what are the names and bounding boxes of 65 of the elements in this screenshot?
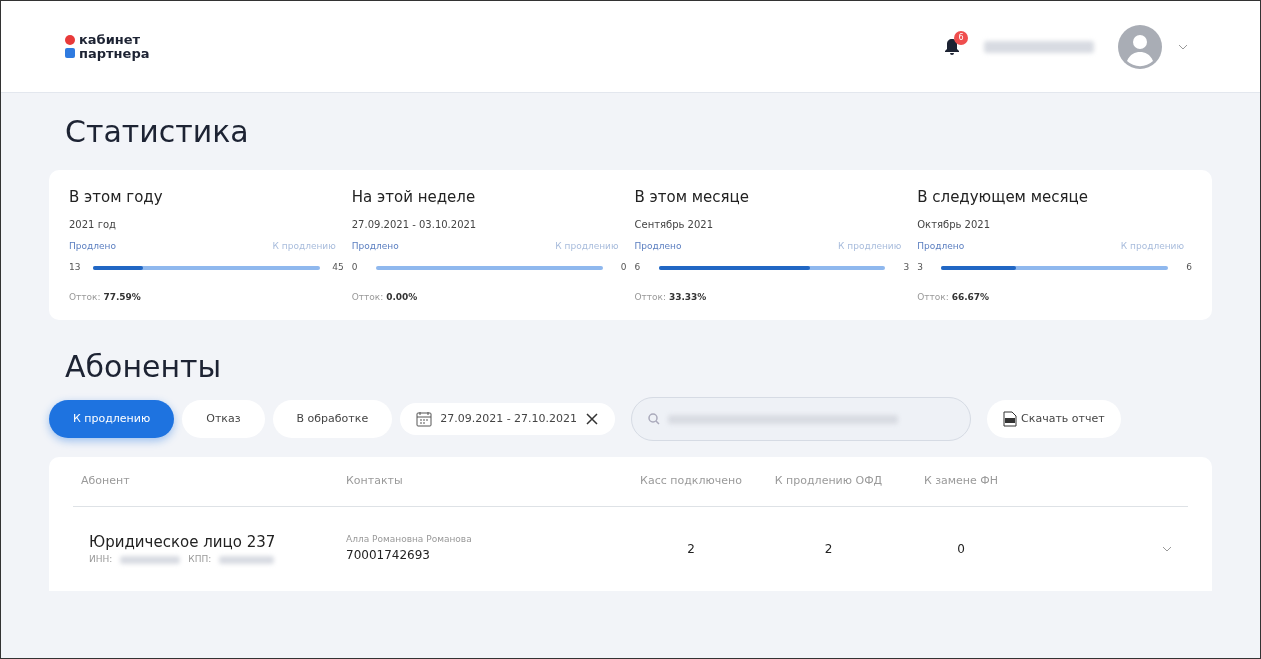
column-header: К продлению ОФД <box>773 473 884 489</box>
renewed-count: 6 <box>634 261 642 274</box>
pending-count: 3 <box>902 261 910 274</box>
churn-text: Отток: 77.59% <box>69 290 142 304</box>
logo-text: партнера <box>79 46 150 61</box>
stat-period: Сентябрь 2021 <box>634 217 715 232</box>
notification-count: 6 <box>954 31 968 46</box>
renewed-count: 13 <box>69 261 82 274</box>
column-header: Абонент <box>81 473 131 489</box>
close-icon[interactable] <box>585 412 600 426</box>
blurred-inn <box>120 555 181 564</box>
pending-count: 0 <box>619 261 627 274</box>
stat-title: На этой неделе <box>351 187 477 208</box>
chevron-down-icon[interactable] <box>1178 43 1188 50</box>
logo-text: кабинет <box>79 32 141 47</box>
stat-period: 2021 год <box>69 217 117 232</box>
date-range-text: 27.09.2021 - 27.10.2021 <box>440 410 578 427</box>
churn-text: Отток: 33.33% <box>634 290 708 304</box>
renewed-label: Продлено <box>634 239 682 253</box>
download-button[interactable]: Скачать отчет <box>987 399 1121 439</box>
column-header: Касс подключено <box>639 473 743 489</box>
kpp-label: КПП: <box>188 553 212 566</box>
pending-label: К продлению <box>272 239 336 253</box>
search-icon <box>648 413 661 425</box>
filter-tab[interactable]: Отказ <box>182 399 265 439</box>
contact-name: Алла Романовна Романова <box>346 532 473 546</box>
pending-count: 45 <box>331 261 344 274</box>
column-header: К замене ФН <box>922 473 1000 489</box>
table-cell-text: 0 <box>956 540 966 558</box>
blurred-kpp <box>219 555 275 564</box>
stat-title: В этом году <box>69 187 164 208</box>
logo-icon <box>65 48 75 59</box>
section-title: Статистика <box>65 113 250 151</box>
calendar-icon <box>416 411 433 427</box>
stat-period: Октябрь 2021 <box>917 217 992 232</box>
column-header: Контакты <box>346 473 404 489</box>
table-cell-text: 2 <box>686 540 696 558</box>
pending-label: К продлению <box>555 239 619 253</box>
date-range-field[interactable]: 27.09.2021 - 27.10.2021 <box>400 402 616 436</box>
renewed-label: Продлено <box>351 239 399 253</box>
filter-tab[interactable]: В обработке <box>272 399 393 439</box>
document-icon <box>1003 411 1018 427</box>
churn-text: Отток: 0.00% <box>351 290 419 304</box>
renewed-label: Продлено <box>69 239 116 253</box>
search-field[interactable] <box>631 397 972 441</box>
section-title: Абоненты <box>65 348 223 386</box>
bell-icon[interactable] <box>944 37 960 56</box>
renewed-count: 3 <box>917 261 924 274</box>
contact-phone: 70001742693 <box>346 547 431 565</box>
stat-title: В этом месяце <box>634 187 751 208</box>
filter-tab[interactable]: К продлению <box>49 399 175 439</box>
logo-icon <box>65 34 75 45</box>
stat-title: В следующем месяце <box>917 187 1089 208</box>
chevron-down-icon[interactable] <box>1162 546 1172 552</box>
pending-label: К продлению <box>838 239 902 253</box>
pending-label: К продлению <box>1120 239 1184 253</box>
subscriber-name: Юридическое лицо 237 <box>89 531 277 553</box>
inn-label: ИНН: <box>89 553 113 566</box>
table-cell-text: 2 <box>823 540 834 558</box>
renewed-label: Продлено <box>917 239 965 253</box>
pending-count: 6 <box>1185 261 1192 274</box>
stat-period: 27.09.2021 - 03.10.2021 <box>351 217 478 232</box>
avatar-icon[interactable] <box>1118 24 1162 69</box>
churn-text: Отток: 66.67% <box>917 290 991 304</box>
renewed-count: 0 <box>351 261 359 274</box>
